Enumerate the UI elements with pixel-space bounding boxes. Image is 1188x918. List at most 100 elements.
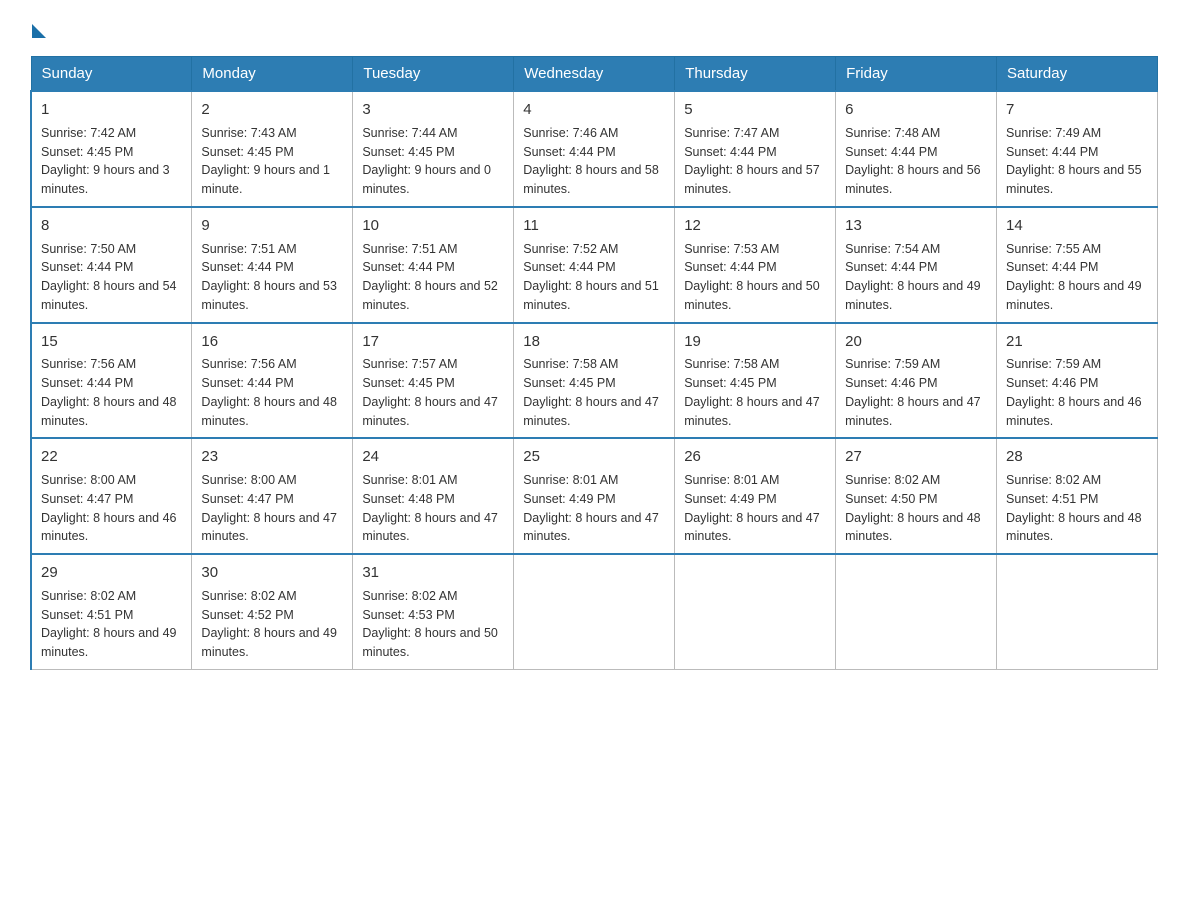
calendar-cell: 4 Sunrise: 7:46 AMSunset: 4:44 PMDayligh… <box>514 91 675 207</box>
calendar-cell: 7 Sunrise: 7:49 AMSunset: 4:44 PMDayligh… <box>997 91 1158 207</box>
day-info: Sunrise: 7:48 AMSunset: 4:44 PMDaylight:… <box>845 126 981 196</box>
day-info: Sunrise: 8:02 AMSunset: 4:51 PMDaylight:… <box>41 589 177 659</box>
day-number: 3 <box>362 99 504 121</box>
col-header-monday: Monday <box>192 57 353 92</box>
col-header-wednesday: Wednesday <box>514 57 675 92</box>
day-number: 20 <box>845 331 987 353</box>
calendar-cell: 22 Sunrise: 8:00 AMSunset: 4:47 PMDaylig… <box>31 438 192 554</box>
day-number: 28 <box>1006 446 1148 468</box>
col-header-thursday: Thursday <box>675 57 836 92</box>
calendar-cell: 9 Sunrise: 7:51 AMSunset: 4:44 PMDayligh… <box>192 207 353 323</box>
day-info: Sunrise: 7:57 AMSunset: 4:45 PMDaylight:… <box>362 357 498 427</box>
day-info: Sunrise: 7:59 AMSunset: 4:46 PMDaylight:… <box>1006 357 1142 427</box>
day-info: Sunrise: 7:59 AMSunset: 4:46 PMDaylight:… <box>845 357 981 427</box>
day-info: Sunrise: 8:01 AMSunset: 4:49 PMDaylight:… <box>523 473 659 543</box>
calendar-cell: 12 Sunrise: 7:53 AMSunset: 4:44 PMDaylig… <box>675 207 836 323</box>
calendar-cell <box>997 554 1158 669</box>
day-info: Sunrise: 7:53 AMSunset: 4:44 PMDaylight:… <box>684 242 820 312</box>
calendar-cell: 15 Sunrise: 7:56 AMSunset: 4:44 PMDaylig… <box>31 323 192 439</box>
calendar-cell: 28 Sunrise: 8:02 AMSunset: 4:51 PMDaylig… <box>997 438 1158 554</box>
calendar-cell: 21 Sunrise: 7:59 AMSunset: 4:46 PMDaylig… <box>997 323 1158 439</box>
day-info: Sunrise: 7:50 AMSunset: 4:44 PMDaylight:… <box>41 242 177 312</box>
calendar-week-row: 22 Sunrise: 8:00 AMSunset: 4:47 PMDaylig… <box>31 438 1158 554</box>
calendar-week-row: 1 Sunrise: 7:42 AMSunset: 4:45 PMDayligh… <box>31 91 1158 207</box>
calendar-week-row: 15 Sunrise: 7:56 AMSunset: 4:44 PMDaylig… <box>31 323 1158 439</box>
logo <box>30 20 46 36</box>
col-header-saturday: Saturday <box>997 57 1158 92</box>
day-number: 24 <box>362 446 504 468</box>
calendar-cell: 27 Sunrise: 8:02 AMSunset: 4:50 PMDaylig… <box>836 438 997 554</box>
calendar-cell: 18 Sunrise: 7:58 AMSunset: 4:45 PMDaylig… <box>514 323 675 439</box>
calendar-week-row: 29 Sunrise: 8:02 AMSunset: 4:51 PMDaylig… <box>31 554 1158 669</box>
day-info: Sunrise: 7:58 AMSunset: 4:45 PMDaylight:… <box>684 357 820 427</box>
calendar-cell: 6 Sunrise: 7:48 AMSunset: 4:44 PMDayligh… <box>836 91 997 207</box>
day-number: 26 <box>684 446 826 468</box>
day-number: 1 <box>41 99 182 121</box>
col-header-tuesday: Tuesday <box>353 57 514 92</box>
day-number: 10 <box>362 215 504 237</box>
calendar-cell: 17 Sunrise: 7:57 AMSunset: 4:45 PMDaylig… <box>353 323 514 439</box>
calendar-cell <box>675 554 836 669</box>
day-info: Sunrise: 8:00 AMSunset: 4:47 PMDaylight:… <box>41 473 177 543</box>
day-number: 31 <box>362 562 504 584</box>
day-number: 6 <box>845 99 987 121</box>
day-info: Sunrise: 7:51 AMSunset: 4:44 PMDaylight:… <box>362 242 498 312</box>
day-number: 4 <box>523 99 665 121</box>
day-info: Sunrise: 7:54 AMSunset: 4:44 PMDaylight:… <box>845 242 981 312</box>
day-number: 2 <box>201 99 343 121</box>
calendar-cell: 1 Sunrise: 7:42 AMSunset: 4:45 PMDayligh… <box>31 91 192 207</box>
day-number: 9 <box>201 215 343 237</box>
day-number: 21 <box>1006 331 1148 353</box>
day-info: Sunrise: 8:02 AMSunset: 4:53 PMDaylight:… <box>362 589 498 659</box>
calendar-cell <box>836 554 997 669</box>
day-number: 16 <box>201 331 343 353</box>
day-number: 23 <box>201 446 343 468</box>
day-info: Sunrise: 8:02 AMSunset: 4:52 PMDaylight:… <box>201 589 337 659</box>
col-header-sunday: Sunday <box>31 57 192 92</box>
calendar-cell: 16 Sunrise: 7:56 AMSunset: 4:44 PMDaylig… <box>192 323 353 439</box>
day-number: 27 <box>845 446 987 468</box>
calendar-cell: 23 Sunrise: 8:00 AMSunset: 4:47 PMDaylig… <box>192 438 353 554</box>
day-number: 30 <box>201 562 343 584</box>
day-number: 14 <box>1006 215 1148 237</box>
calendar-cell: 11 Sunrise: 7:52 AMSunset: 4:44 PMDaylig… <box>514 207 675 323</box>
calendar-cell: 24 Sunrise: 8:01 AMSunset: 4:48 PMDaylig… <box>353 438 514 554</box>
calendar-cell: 2 Sunrise: 7:43 AMSunset: 4:45 PMDayligh… <box>192 91 353 207</box>
calendar-cell: 8 Sunrise: 7:50 AMSunset: 4:44 PMDayligh… <box>31 207 192 323</box>
day-number: 15 <box>41 331 182 353</box>
day-info: Sunrise: 8:02 AMSunset: 4:51 PMDaylight:… <box>1006 473 1142 543</box>
day-info: Sunrise: 8:01 AMSunset: 4:48 PMDaylight:… <box>362 473 498 543</box>
day-number: 18 <box>523 331 665 353</box>
day-info: Sunrise: 7:55 AMSunset: 4:44 PMDaylight:… <box>1006 242 1142 312</box>
calendar-cell: 29 Sunrise: 8:02 AMSunset: 4:51 PMDaylig… <box>31 554 192 669</box>
logo-arrow-icon <box>32 24 46 38</box>
day-number: 5 <box>684 99 826 121</box>
calendar-cell: 20 Sunrise: 7:59 AMSunset: 4:46 PMDaylig… <box>836 323 997 439</box>
calendar-cell: 14 Sunrise: 7:55 AMSunset: 4:44 PMDaylig… <box>997 207 1158 323</box>
day-info: Sunrise: 7:58 AMSunset: 4:45 PMDaylight:… <box>523 357 659 427</box>
day-info: Sunrise: 7:47 AMSunset: 4:44 PMDaylight:… <box>684 126 820 196</box>
day-info: Sunrise: 7:56 AMSunset: 4:44 PMDaylight:… <box>41 357 177 427</box>
day-number: 13 <box>845 215 987 237</box>
calendar-cell: 10 Sunrise: 7:51 AMSunset: 4:44 PMDaylig… <box>353 207 514 323</box>
day-number: 7 <box>1006 99 1148 121</box>
calendar-cell: 25 Sunrise: 8:01 AMSunset: 4:49 PMDaylig… <box>514 438 675 554</box>
day-number: 8 <box>41 215 182 237</box>
day-info: Sunrise: 7:42 AMSunset: 4:45 PMDaylight:… <box>41 126 170 196</box>
calendar-cell: 30 Sunrise: 8:02 AMSunset: 4:52 PMDaylig… <box>192 554 353 669</box>
day-info: Sunrise: 8:00 AMSunset: 4:47 PMDaylight:… <box>201 473 337 543</box>
day-info: Sunrise: 7:43 AMSunset: 4:45 PMDaylight:… <box>201 126 330 196</box>
calendar-header-row: SundayMondayTuesdayWednesdayThursdayFrid… <box>31 57 1158 92</box>
day-info: Sunrise: 7:51 AMSunset: 4:44 PMDaylight:… <box>201 242 337 312</box>
calendar-cell <box>514 554 675 669</box>
day-info: Sunrise: 8:02 AMSunset: 4:50 PMDaylight:… <box>845 473 981 543</box>
calendar-week-row: 8 Sunrise: 7:50 AMSunset: 4:44 PMDayligh… <box>31 207 1158 323</box>
calendar-cell: 31 Sunrise: 8:02 AMSunset: 4:53 PMDaylig… <box>353 554 514 669</box>
day-number: 25 <box>523 446 665 468</box>
calendar-cell: 5 Sunrise: 7:47 AMSunset: 4:44 PMDayligh… <box>675 91 836 207</box>
day-info: Sunrise: 7:52 AMSunset: 4:44 PMDaylight:… <box>523 242 659 312</box>
day-info: Sunrise: 7:56 AMSunset: 4:44 PMDaylight:… <box>201 357 337 427</box>
day-number: 19 <box>684 331 826 353</box>
day-info: Sunrise: 7:49 AMSunset: 4:44 PMDaylight:… <box>1006 126 1142 196</box>
day-number: 11 <box>523 215 665 237</box>
